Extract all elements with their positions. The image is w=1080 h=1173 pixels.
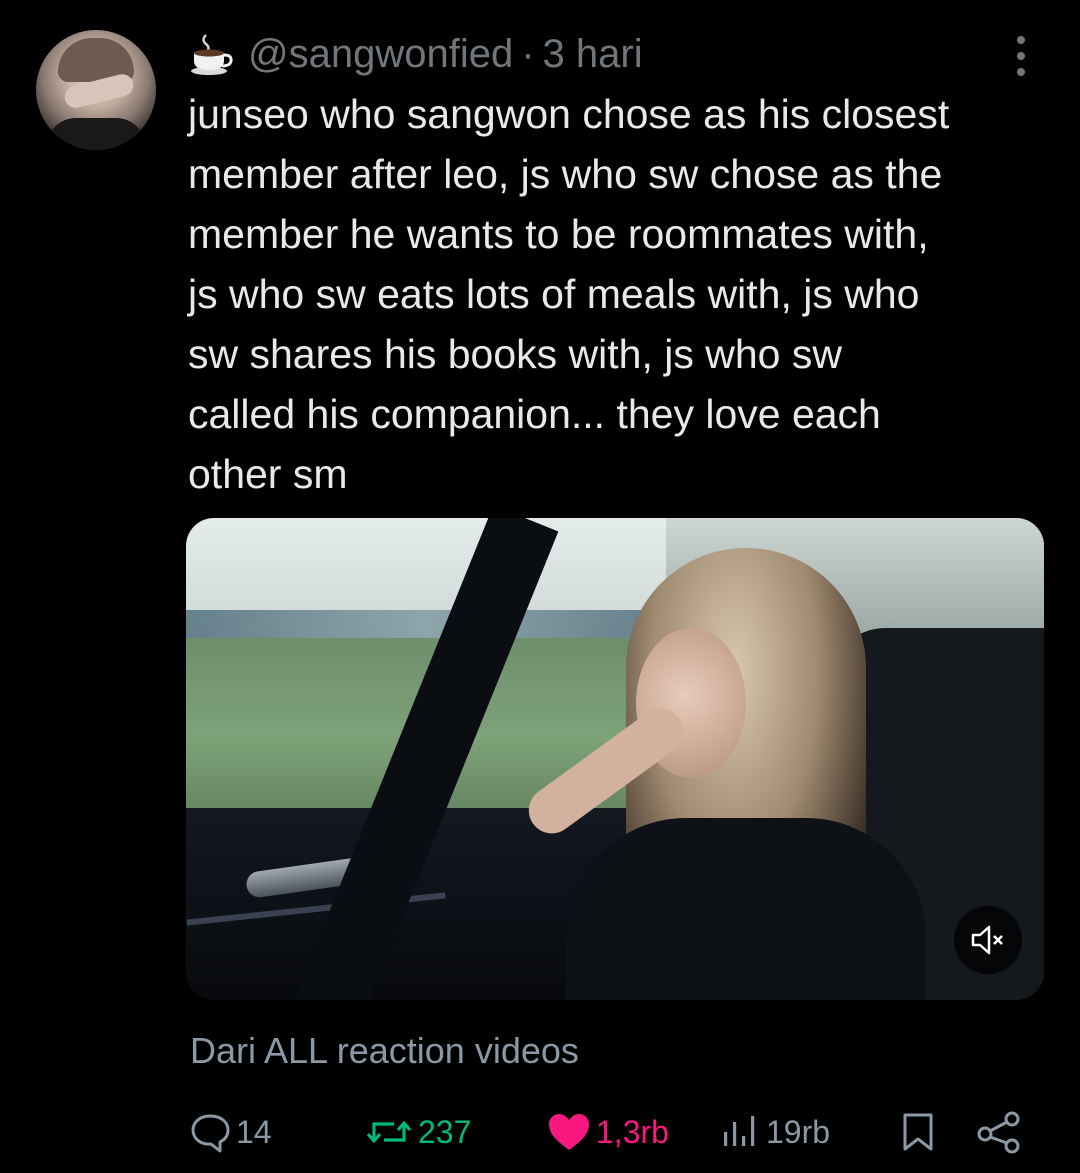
share-button[interactable] (975, 1106, 1023, 1158)
reply-count: 14 (236, 1113, 272, 1150)
reply-button[interactable]: 14 (188, 1106, 272, 1158)
views-count: 19rb (766, 1113, 831, 1150)
reply-icon (188, 1110, 232, 1154)
video-person-body (566, 818, 926, 1000)
share-icon (975, 1110, 1023, 1154)
views-button[interactable]: 19rb (720, 1106, 830, 1158)
bookmark-button[interactable] (898, 1106, 938, 1158)
tweet-header: @sangwonfied · 3 hari (188, 28, 643, 80)
tweet-video[interactable] (186, 518, 1044, 1000)
author-handle[interactable]: @sangwonfied (248, 32, 513, 77)
muted-speaker-icon[interactable] (954, 906, 1022, 974)
like-button[interactable]: 1,3rb (546, 1106, 669, 1158)
views-icon (720, 1110, 762, 1154)
retweet-count: 237 (418, 1113, 472, 1150)
source-line[interactable]: Dari ALL reaction videos (190, 1030, 579, 1072)
video-fence (186, 610, 666, 638)
avatar-shirt (46, 118, 146, 150)
coffee-cup-icon (188, 31, 234, 77)
retweet-icon (364, 1110, 414, 1154)
more-options-icon[interactable] (1010, 36, 1032, 76)
bookmark-icon (898, 1110, 938, 1154)
retweet-button[interactable]: 237 (364, 1106, 471, 1158)
heart-icon (546, 1110, 592, 1154)
header-separator: · (521, 31, 535, 76)
author-avatar[interactable] (36, 30, 156, 150)
tweet-text: junseo who sangwon chose as his closest … (188, 91, 950, 497)
tweet-timestamp[interactable]: 3 hari (543, 32, 643, 77)
like-count: 1,3rb (596, 1113, 669, 1150)
